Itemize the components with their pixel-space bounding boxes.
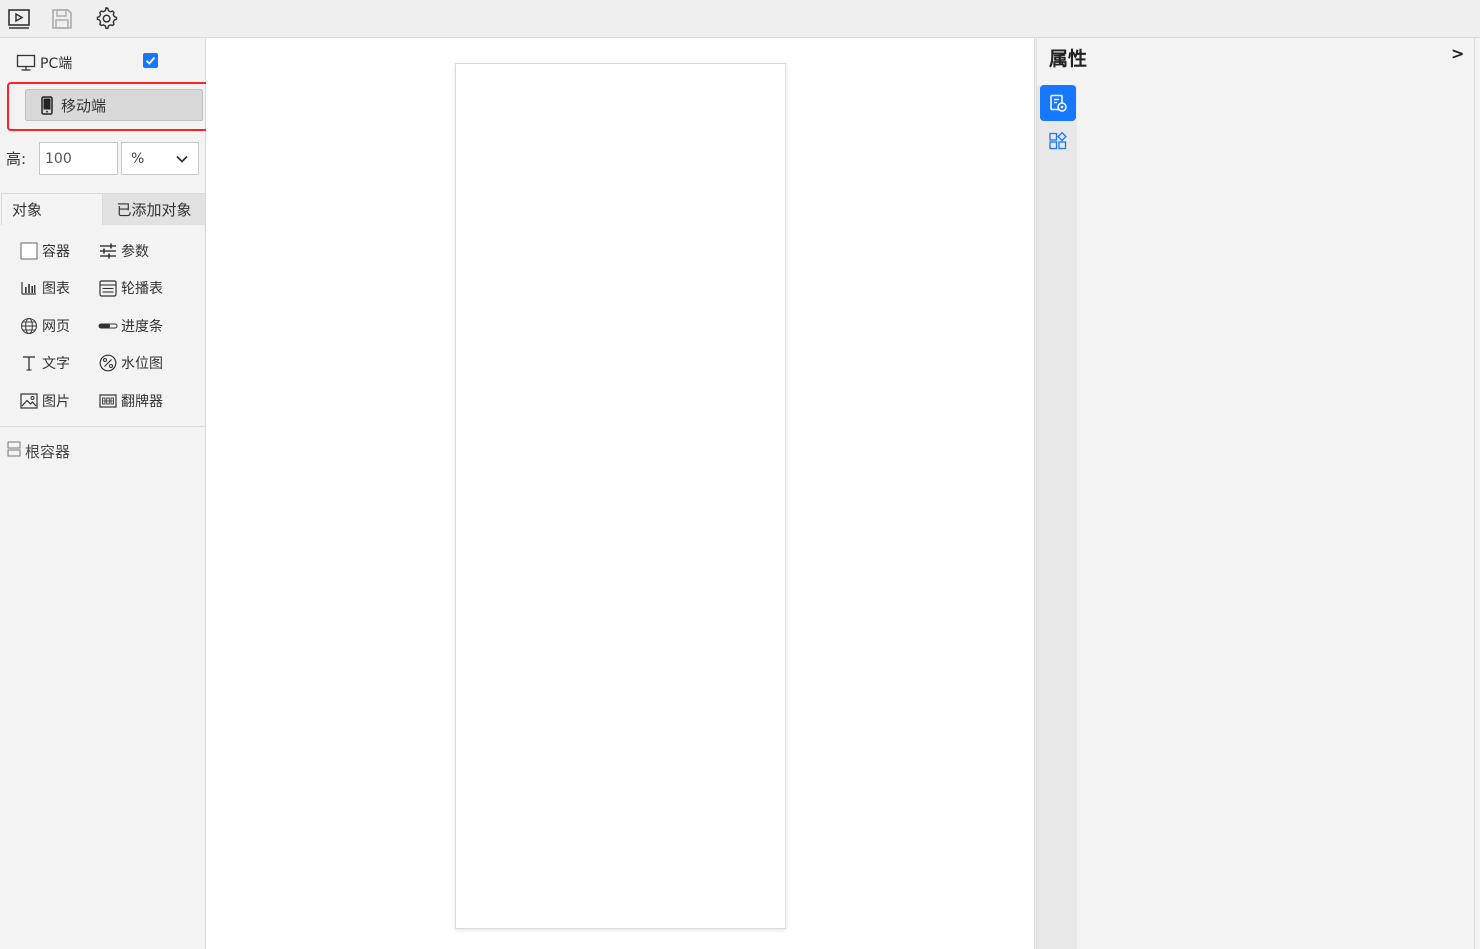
mobile-button[interactable]: 移动端 <box>25 89 203 121</box>
settings-icon <box>96 7 118 30</box>
pc-label: PC端 <box>40 56 73 72</box>
properties-side-tabs <box>1037 85 1077 949</box>
height-input[interactable] <box>39 142 118 175</box>
flip-counter-icon <box>99 394 117 408</box>
tab-objects[interactable]: 对象 <box>1 193 102 225</box>
preview-button[interactable] <box>6 6 32 32</box>
save-button[interactable] <box>49 6 75 32</box>
height-row: 高: % <box>6 142 199 175</box>
object-image[interactable]: 图片 <box>19 390 70 412</box>
object-carousel[interactable]: 轮播表 <box>98 277 163 299</box>
container-icon <box>20 242 38 260</box>
page-settings-icon <box>1050 94 1067 112</box>
mobile-page-canvas[interactable] <box>455 63 786 929</box>
design-canvas[interactable] <box>206 38 1035 949</box>
properties-panel: 属性 > <box>1036 38 1480 949</box>
object-tabs: 对象 已添加对象 <box>1 193 205 225</box>
object-water-label: 水位图 <box>121 356 163 372</box>
collapse-panel-button[interactable]: > <box>1451 44 1464 63</box>
tab-page-settings[interactable] <box>1040 85 1076 121</box>
chevron-down-icon <box>176 155 188 163</box>
sliders-icon <box>100 243 116 259</box>
top-toolbar <box>0 0 1480 38</box>
object-text-label: 文字 <box>42 356 70 372</box>
object-webpage[interactable]: 网页 <box>19 315 70 337</box>
object-carousel-label: 轮播表 <box>121 281 163 297</box>
object-list: 容器 图表 网页 文字 图片 参数 轮播表 进度条 水位图 翻牌器 <box>0 225 205 427</box>
object-webpage-label: 网页 <box>42 319 70 335</box>
percent-circle-icon <box>99 354 117 372</box>
object-params[interactable]: 参数 <box>98 240 149 262</box>
globe-icon <box>20 317 38 335</box>
phone-icon <box>41 95 53 115</box>
carousel-table-icon <box>99 279 117 297</box>
object-text[interactable]: 文字 <box>19 352 70 374</box>
pc-option[interactable]: PC端 <box>16 52 72 74</box>
save-icon <box>52 9 72 29</box>
bar-chart-icon <box>21 282 36 295</box>
settings-button[interactable] <box>93 6 119 32</box>
tree-item-root-container[interactable]: 根容器 <box>7 440 70 462</box>
root-container-label: 根容器 <box>25 442 71 461</box>
object-water[interactable]: 水位图 <box>98 352 163 374</box>
pc-checkbox[interactable] <box>143 53 158 68</box>
check-icon <box>145 56 156 65</box>
object-container-label: 容器 <box>42 244 70 260</box>
monitor-icon <box>16 54 36 71</box>
object-image-label: 图片 <box>42 394 70 410</box>
object-chart[interactable]: 图表 <box>19 277 70 299</box>
properties-title: 属性 <box>1049 48 1088 70</box>
object-flip-label: 翻牌器 <box>121 394 163 410</box>
root-container-icon <box>7 441 21 457</box>
panel-divider <box>1474 38 1475 949</box>
object-container[interactable]: 容器 <box>19 240 70 262</box>
object-flip[interactable]: 翻牌器 <box>98 390 163 412</box>
tab-added-objects[interactable]: 已添加对象 <box>102 193 205 225</box>
progress-bar-icon <box>98 323 118 329</box>
image-icon <box>20 393 38 409</box>
object-progress[interactable]: 进度条 <box>98 315 163 337</box>
tab-components[interactable] <box>1040 126 1076 156</box>
text-icon <box>23 356 35 371</box>
object-progress-label: 进度条 <box>121 319 163 335</box>
components-icon <box>1049 131 1067 150</box>
preview-icon <box>8 9 30 29</box>
object-params-label: 参数 <box>121 244 149 260</box>
height-unit-select[interactable]: % <box>121 142 199 175</box>
height-unit-value: % <box>131 150 145 167</box>
object-chart-label: 图表 <box>42 281 70 297</box>
height-label: 高: <box>6 150 27 168</box>
left-panel: PC端 移动端 高: % 对象 已添加对象 容器 <box>0 38 243 949</box>
mobile-label: 移动端 <box>61 96 107 115</box>
